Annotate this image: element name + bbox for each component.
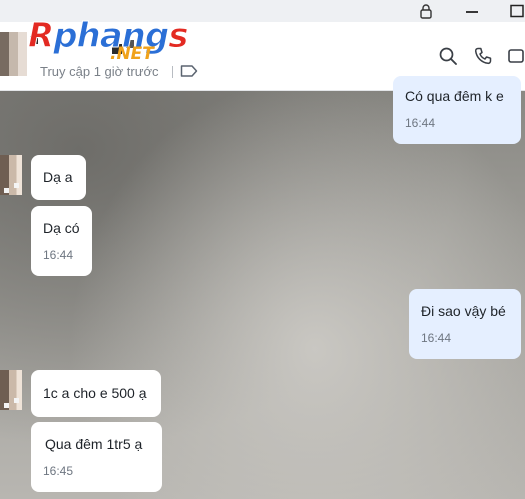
message-time: 16:44 — [43, 248, 74, 262]
message-text: Đi sao vậy bé — [421, 303, 506, 319]
watermark-logo: Rphangs .NET — [24, 16, 194, 66]
message-time: 16:44 — [405, 116, 436, 130]
message-bubble-incoming[interactable]: 1c a cho e 500 ạ — [31, 370, 161, 417]
pixelation-block — [4, 188, 9, 193]
message-bubble-incoming[interactable]: Qua đêm 1tr5 ạ 16:45 — [31, 422, 162, 492]
maximize-icon[interactable] — [509, 3, 525, 19]
message-text: Dạ có — [43, 220, 80, 236]
logo-wordmark: Rphangs — [27, 16, 188, 57]
tag-icon[interactable] — [180, 64, 198, 78]
message-bubble-incoming[interactable]: Dạ có 16:44 — [31, 206, 92, 276]
lock-icon[interactable] — [418, 3, 434, 19]
sender-avatar[interactable] — [0, 370, 22, 410]
message-bubble-outgoing[interactable]: Đi sao vậy bé 16:44 — [409, 289, 521, 359]
pixelation-block — [14, 398, 19, 403]
message-text: 1c a cho e 500 ạ — [43, 385, 147, 401]
message-text: Có qua đêm k e — [405, 88, 504, 104]
pixelation-block — [4, 403, 9, 408]
message-time: 16:44 — [421, 331, 452, 345]
sender-avatar[interactable] — [0, 155, 22, 195]
phone-icon[interactable] — [473, 46, 493, 66]
video-icon[interactable] — [508, 46, 525, 66]
status-divider — [172, 66, 173, 78]
logo-subtext: .NET — [110, 44, 154, 64]
message-time: 16:45 — [43, 464, 74, 478]
contact-avatar[interactable] — [0, 32, 27, 76]
message-bubble-incoming[interactable]: Dạ a — [31, 155, 86, 200]
message-text: Dạ a — [43, 169, 73, 185]
last-seen-status: Truy cập 1 giờ trước — [40, 64, 159, 79]
message-bubble-outgoing[interactable]: Có qua đêm k e 16:44 — [393, 76, 521, 144]
pixelation-block — [14, 183, 19, 188]
message-text: Qua đêm 1tr5 ạ — [45, 436, 143, 452]
search-icon[interactable] — [438, 46, 458, 66]
minimize-icon[interactable] — [464, 3, 480, 19]
